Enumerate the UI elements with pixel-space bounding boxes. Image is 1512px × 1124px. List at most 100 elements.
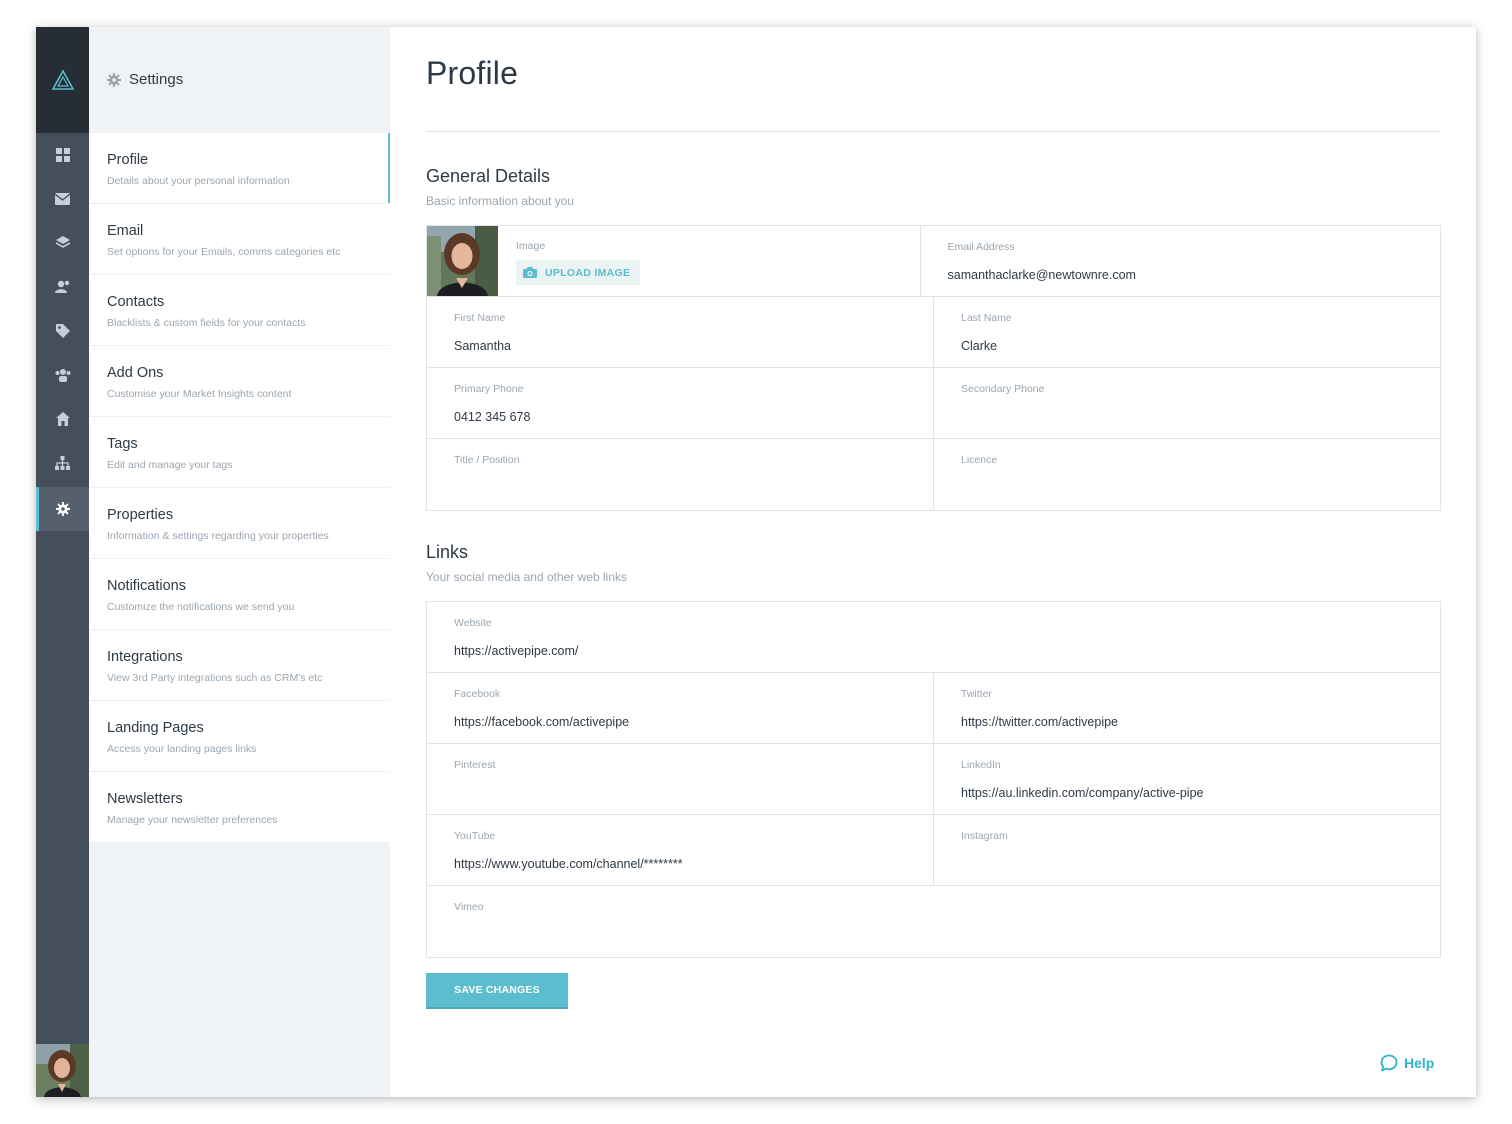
first-name-field[interactable]: First Name Samantha [427,297,933,367]
nav-item-properties[interactable]: Properties Information & settings regard… [89,488,390,559]
nav-label: Contacts [107,294,165,310]
title-position-field[interactable]: Title / Position [427,439,933,510]
rail-item-mail[interactable] [36,177,89,221]
field-value[interactable]: https://activepipe.com/ [454,643,1440,659]
nav-item-landing-pages[interactable]: Landing Pages Access your landing pages … [89,701,390,772]
nav-label: Profile [107,152,149,168]
rail-item-contacts[interactable] [36,265,89,309]
nav-item-newsletters[interactable]: Newsletters Manage your newsletter prefe… [89,772,390,843]
mail-icon [55,193,70,205]
settings-nav: Profile Details about your personal info… [89,133,390,843]
nav-item-contacts[interactable]: Contacts Blacklists & custom fields for … [89,275,390,346]
links-title: Links [426,542,469,562]
form-row: Image UPLOAD IMAGE Email Address samanth… [427,226,1440,297]
linkedin-field[interactable]: LinkedIn https://au.linkedin.com/company… [933,744,1440,814]
form-row: Pinterest LinkedIn https://au.linkedin.c… [427,744,1440,815]
avatar-photo [36,1044,89,1097]
nav-label: Newsletters [107,791,183,807]
last-name-field[interactable]: Last Name Clarke [933,297,1440,367]
profile-photo-image [427,226,498,296]
field-label: YouTube [454,830,496,842]
app-window: Settings Profile Details about your pers… [36,27,1476,1097]
logo[interactable] [36,27,89,133]
secondary-phone-field[interactable]: Secondary Phone [933,368,1440,438]
nav-label: Tags [107,436,138,452]
user-avatar[interactable] [36,1044,89,1097]
layers-icon [55,236,70,248]
form-row: First Name Samantha Last Name Clarke [427,297,1440,368]
nav-description: Set options for your Emails, comms categ… [107,246,341,258]
save-changes-button[interactable]: SAVE CHANGES [426,973,568,1009]
help-button[interactable]: Help [1380,1054,1434,1072]
field-value[interactable]: Samantha [454,338,933,354]
upload-image-label: UPLOAD IMAGE [545,266,631,279]
vimeo-field[interactable]: Vimeo [427,886,1440,957]
nav-description: Customise your Market Insights content [107,388,292,400]
form-row: YouTube https://www.youtube.com/channel/… [427,815,1440,886]
rail-item-tags[interactable] [36,309,89,353]
nav-item-tags[interactable]: Tags Edit and manage your tags [89,417,390,488]
logo-icon [51,69,74,90]
nav-description: View 3rd Party integrations such as CRM'… [107,672,323,684]
help-label: Help [1404,1055,1435,1071]
youtube-field[interactable]: YouTube https://www.youtube.com/channel/… [427,815,933,885]
divider [426,131,1441,132]
image-field: Image UPLOAD IMAGE [427,226,920,296]
team-icon [55,369,70,382]
field-label: First Name [454,312,506,324]
camera-icon [523,267,537,278]
rail-item-sitemap[interactable] [36,441,89,485]
field-label: Email Address [947,241,1015,253]
nav-description: Edit and manage your tags [107,459,233,471]
instagram-field[interactable]: Instagram [933,815,1440,885]
general-details-title: General Details [426,166,551,186]
nav-label: Landing Pages [107,720,204,736]
settings-title: Settings [129,71,184,88]
field-label: Primary Phone [454,383,524,395]
settings-panel: Settings Profile Details about your pers… [89,27,390,1097]
rail-item-dashboard[interactable] [36,133,89,177]
field-value[interactable]: samanthaclarke@newtownre.com [948,267,1441,283]
nav-item-profile[interactable]: Profile Details about your personal info… [89,133,390,204]
field-value[interactable]: https://au.linkedin.com/company/active-p… [961,785,1440,801]
nav-item-add-ons[interactable]: Add Ons Customise your Market Insights c… [89,346,390,417]
settings-header: Settings [107,71,183,88]
field-label: Title / Position [454,454,520,466]
website-field[interactable]: Website https://activepipe.com/ [427,602,1440,672]
contacts-icon [54,280,69,293]
chat-bubble-icon [1380,1054,1398,1072]
pinterest-field[interactable]: Pinterest [427,744,933,814]
field-label: Facebook [454,688,501,700]
field-label: Vimeo [454,901,484,913]
field-value[interactable]: Clarke [961,338,1440,354]
form-row: Vimeo [427,886,1440,957]
field-value[interactable]: https://facebook.com/activepipe [454,714,933,730]
rail-item-home[interactable] [36,397,89,441]
general-details-subtitle: Basic information about you [426,194,575,208]
nav-description: Details about your personal information [107,175,290,187]
field-value[interactable]: https://twitter.com/activepipe [961,714,1440,730]
field-label: Licence [961,454,998,466]
general-details-form: Image UPLOAD IMAGE Email Address samanth… [426,225,1441,511]
twitter-field[interactable]: Twitter https://twitter.com/activepipe [933,673,1440,743]
field-value[interactable]: 0412 345 678 [454,409,933,425]
primary-phone-field[interactable]: Primary Phone 0412 345 678 [427,368,933,438]
rail-item-settings[interactable] [36,487,89,531]
email-address-field[interactable]: Email Address samanthaclarke@newtownre.c… [919,226,1441,296]
tag-icon [55,324,70,338]
upload-image-button[interactable]: UPLOAD IMAGE [516,260,641,285]
nav-label: Add Ons [107,365,164,381]
nav-description: Information & settings regarding your pr… [107,530,329,542]
field-value[interactable]: https://www.youtube.com/channel/******** [454,856,933,872]
licence-field[interactable]: Licence [933,439,1440,510]
form-row: Title / Position Licence [427,439,1440,510]
main-content: Profile General Details Basic informatio… [390,27,1476,1097]
facebook-field[interactable]: Facebook https://facebook.com/activepipe [427,673,933,743]
field-label: Pinterest [454,759,496,771]
nav-item-notifications[interactable]: Notifications Customize the notification… [89,559,390,630]
rail-item-layers[interactable] [36,221,89,265]
nav-item-email[interactable]: Email Set options for your Emails, comms… [89,204,390,275]
page-title: Profile [426,55,519,91]
nav-item-integrations[interactable]: Integrations View 3rd Party integrations… [89,630,390,701]
rail-item-team[interactable] [36,353,89,397]
